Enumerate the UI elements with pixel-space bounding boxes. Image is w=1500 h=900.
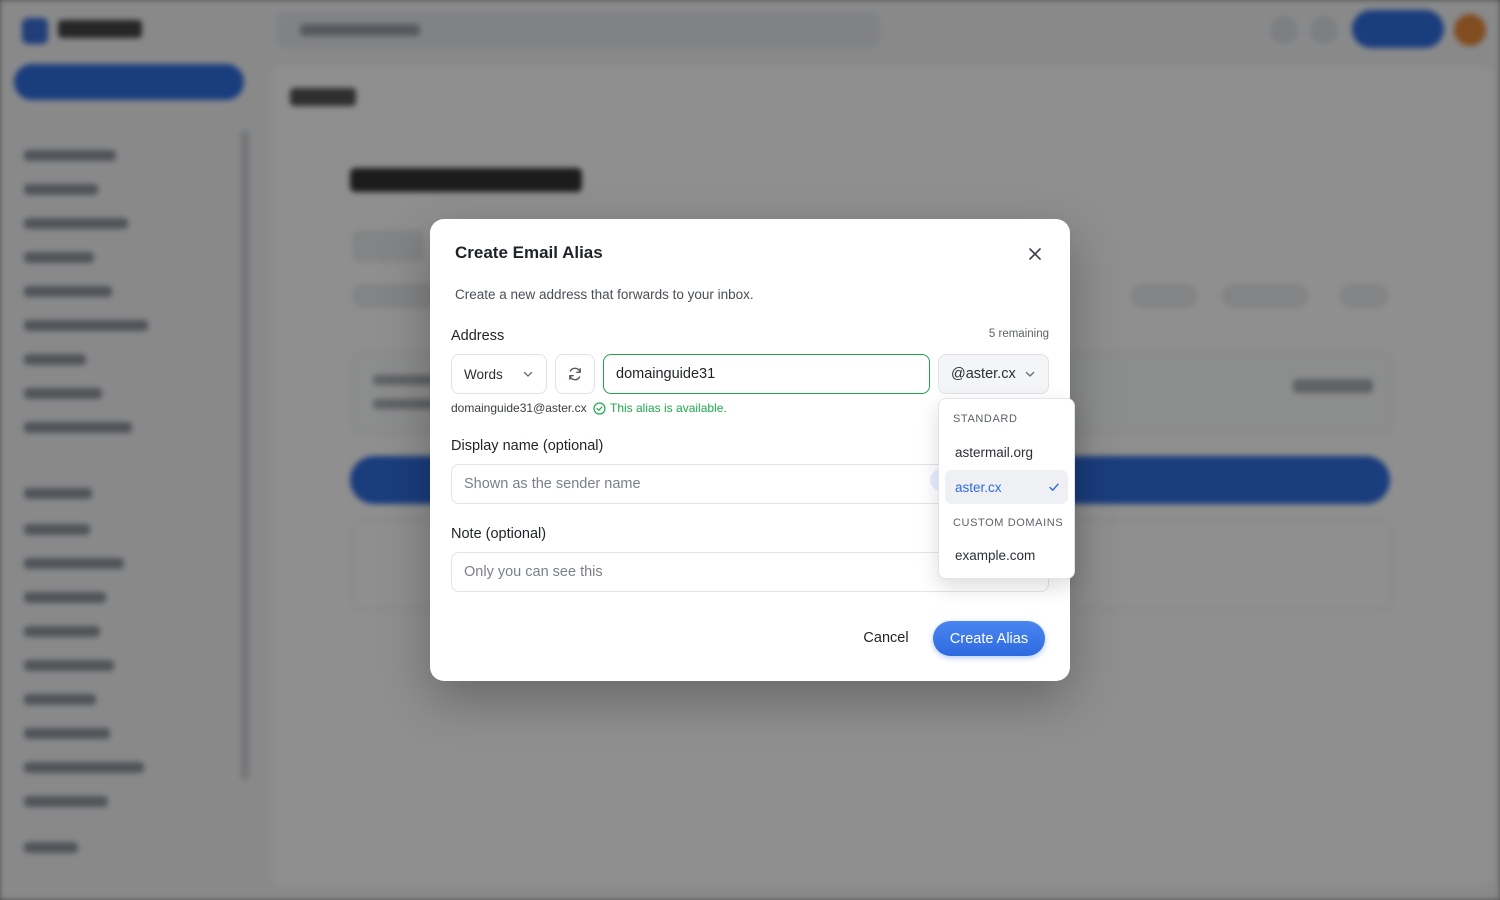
dialog-description: Create a new address that forwards to yo…	[455, 287, 754, 302]
domain-option-label: astermail.org	[955, 444, 1034, 460]
availability-text: This alias is available.	[610, 401, 727, 415]
close-button[interactable]	[1024, 243, 1046, 265]
domain-option-label: aster.cx	[955, 479, 1002, 495]
note-label: Note (optional)	[451, 526, 547, 542]
alias-preview: domainguide31@aster.cx	[451, 401, 587, 415]
remaining-count: 5 remaining	[988, 328, 1049, 340]
chevron-down-icon	[1025, 371, 1035, 377]
domain-value: aster.cx	[965, 366, 1016, 382]
regenerate-button[interactable]	[555, 354, 595, 394]
chevron-down-icon	[523, 371, 533, 377]
dialog-title: Create Email Alias	[455, 243, 603, 262]
availability-status: This alias is available.	[593, 401, 727, 415]
domain-select[interactable]: @ aster.cx	[938, 354, 1049, 394]
domain-option-label: example.com	[955, 547, 1036, 563]
display-name-label: Display name (optional)	[451, 438, 604, 454]
refresh-icon	[569, 367, 581, 381]
domain-option-example[interactable]: example.com	[945, 538, 1068, 572]
dropdown-group-standard: STANDARD	[953, 413, 1018, 425]
domain-option-astermail[interactable]: astermail.org	[945, 435, 1068, 469]
domain-at-sign: @	[951, 366, 966, 382]
create-alias-button[interactable]: Create Alias	[933, 621, 1045, 656]
checkmark-icon	[1049, 483, 1059, 491]
check-circle-icon	[593, 401, 606, 415]
domain-dropdown: STANDARD astermail.org aster.cx CUSTOM D…	[938, 398, 1075, 579]
alias-input[interactable]	[603, 354, 930, 394]
address-label: Address	[451, 328, 505, 344]
domain-option-aster-cx[interactable]: aster.cx	[945, 470, 1068, 504]
generator-select[interactable]: Words	[451, 354, 547, 394]
cancel-button[interactable]: Cancel	[856, 621, 916, 655]
dropdown-group-custom: CUSTOM DOMAINS	[953, 517, 1064, 529]
generator-value: Words	[464, 366, 503, 382]
close-icon	[1029, 248, 1041, 260]
